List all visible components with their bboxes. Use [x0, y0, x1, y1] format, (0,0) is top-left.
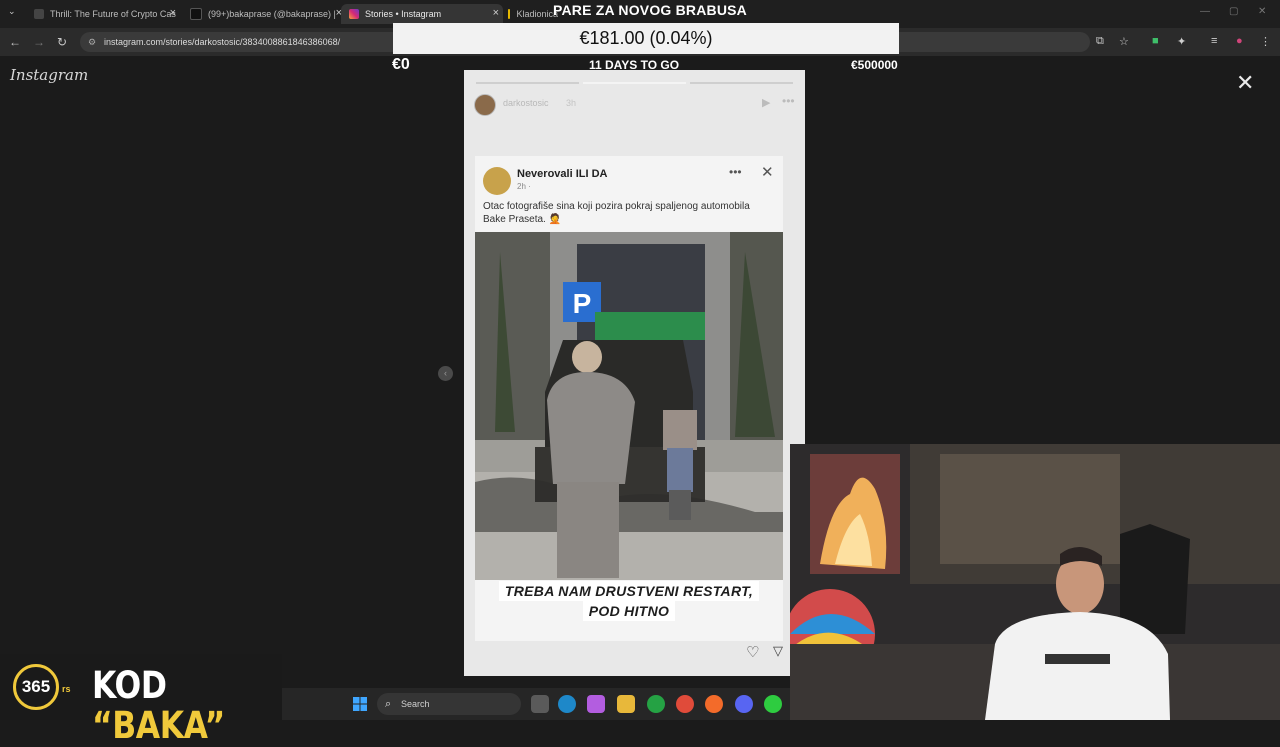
forward-icon[interactable]: →: [33, 35, 45, 49]
promo-code-value: “BAKA”: [92, 704, 225, 747]
kladionica-favicon-icon: [508, 9, 511, 19]
tiktok-favicon-icon: [190, 8, 202, 20]
tab-kladionica[interactable]: Kladionica: [508, 4, 558, 24]
tab-list-chevron-icon[interactable]: ⌄: [8, 6, 16, 17]
headline-line-2: POD HITNO: [582, 601, 676, 621]
instagram-favicon-icon: [349, 9, 359, 19]
url-text: instagram.com/stories/darkostosic/383400…: [104, 37, 341, 47]
promo-logo-suffix: rs: [62, 684, 71, 694]
promo-code-label: KOD: [92, 664, 167, 707]
story-progress-segment: [476, 82, 579, 84]
story-time: 3h: [566, 98, 577, 108]
windows-start-icon[interactable]: [353, 697, 367, 711]
tab-title: Thrill: The Future of Crypto Cas: [50, 9, 176, 19]
extensions-puzzle-icon[interactable]: ✦: [1177, 35, 1186, 48]
story-username[interactable]: darkostosic: [503, 98, 549, 108]
taskbar-search[interactable]: ⌕ Search: [377, 693, 521, 715]
story-progress-segment-active: [583, 82, 686, 84]
extension-green-icon[interactable]: ■: [1152, 35, 1159, 47]
story-avatar[interactable]: [474, 94, 496, 116]
story-header: darkostosic 3h ▶ •••: [474, 94, 795, 116]
promo-365-logo: 365: [13, 664, 59, 710]
post-author-name: Neverovali ILI DA: [517, 168, 608, 180]
share-send-icon[interactable]: ▽: [773, 643, 783, 659]
tab-close-icon[interactable]: ×: [493, 7, 499, 19]
headline-line-1: TREBA NAM DRUSTVENI RESTART,: [498, 581, 760, 601]
back-icon[interactable]: ←: [9, 35, 21, 49]
profile-avatar[interactable]: ●: [1236, 35, 1243, 47]
tab-close-icon[interactable]: ×: [170, 7, 176, 19]
copilot-icon[interactable]: [587, 695, 605, 713]
post-more-icon: •••: [729, 165, 742, 179]
install-app-icon[interactable]: ⧉: [1096, 35, 1104, 48]
donation-days-left: 11 DAYS TO GO: [589, 58, 680, 72]
like-heart-icon[interactable]: ♡: [746, 643, 759, 661]
edge-icon[interactable]: [558, 695, 576, 713]
donation-goal-target: €500000: [851, 58, 898, 72]
streamer-webcam: [790, 444, 1280, 720]
tab-title: Kladionica: [516, 9, 558, 19]
reload-icon[interactable]: ↻: [57, 35, 67, 49]
task-view-icon[interactable]: [531, 695, 549, 713]
post-caption: Otac fotografiše sina koji pozira pokraj…: [483, 201, 750, 225]
post-author-avatar: [483, 167, 511, 195]
close-story-icon[interactable]: ✕: [1236, 70, 1254, 96]
chrome-icon[interactable]: [676, 695, 694, 713]
bookmark-star-icon[interactable]: ☆: [1119, 35, 1129, 48]
discord-icon[interactable]: [735, 695, 753, 713]
windows-taskbar: ⌕ Search: [282, 688, 790, 720]
donation-goal-title: PARE ZA NOVOG BRABUSA: [553, 2, 747, 18]
donation-goal-current: €181.00 (0.04%): [393, 23, 899, 54]
search-icon: ⌕: [385, 698, 392, 710]
promo-code-text: KOD “BAKA”: [92, 666, 254, 746]
tab-title: Stories • Instagram: [365, 9, 442, 19]
burned-car-photo: P: [475, 232, 783, 580]
svg-text:P: P: [573, 288, 592, 319]
app-green-icon[interactable]: [764, 695, 782, 713]
close-window-icon[interactable]: ✕: [1258, 6, 1266, 17]
post-headline: TREBA NAM DRUSTVENI RESTART, POD HITNO: [475, 581, 783, 621]
site-info-icon[interactable]: ⚙: [88, 32, 96, 52]
play-icon[interactable]: ▶: [762, 96, 770, 109]
previous-story-arrow-icon[interactable]: ‹: [438, 366, 453, 381]
thrill-favicon-icon: [34, 9, 44, 19]
maximize-icon[interactable]: ▢: [1229, 6, 1238, 17]
tab-instagram-stories[interactable]: Stories • Instagram ×: [341, 4, 503, 24]
donation-goal-start: €0: [392, 56, 410, 73]
file-explorer-icon[interactable]: [617, 695, 635, 713]
shared-post-card: Neverovali ILI DA 2h · ••• ✕ Otac fotogr…: [475, 156, 783, 641]
taskbar-search-placeholder: Search: [401, 699, 430, 709]
tab-title: (99+)bakaprase (@bakaprase) |: [208, 9, 336, 19]
firefox-icon[interactable]: [705, 695, 723, 713]
reading-list-icon[interactable]: ≡: [1211, 35, 1217, 47]
browser-menu-icon[interactable]: ⋮: [1260, 35, 1271, 48]
promo-banner: 365 rs KOD “BAKA”: [0, 654, 282, 746]
webcam-image: [790, 444, 1280, 720]
story-viewer[interactable]: darkostosic 3h ▶ ••• Neverovali ILI DA 2…: [464, 70, 805, 676]
post-meta: 2h ·: [517, 182, 531, 191]
more-options-icon[interactable]: •••: [782, 94, 795, 108]
tab-tiktok[interactable]: (99+)bakaprase (@bakaprase) | ×: [190, 4, 342, 24]
post-photo: P: [475, 232, 783, 580]
whatsapp-icon[interactable]: [647, 695, 665, 713]
minimize-icon[interactable]: —: [1200, 6, 1210, 17]
post-close-icon: ✕: [761, 164, 774, 181]
tab-thrill[interactable]: Thrill: The Future of Crypto Cas ×: [34, 4, 176, 24]
instagram-logo[interactable]: Instagram: [10, 66, 88, 84]
story-progress-segment: [690, 82, 793, 84]
